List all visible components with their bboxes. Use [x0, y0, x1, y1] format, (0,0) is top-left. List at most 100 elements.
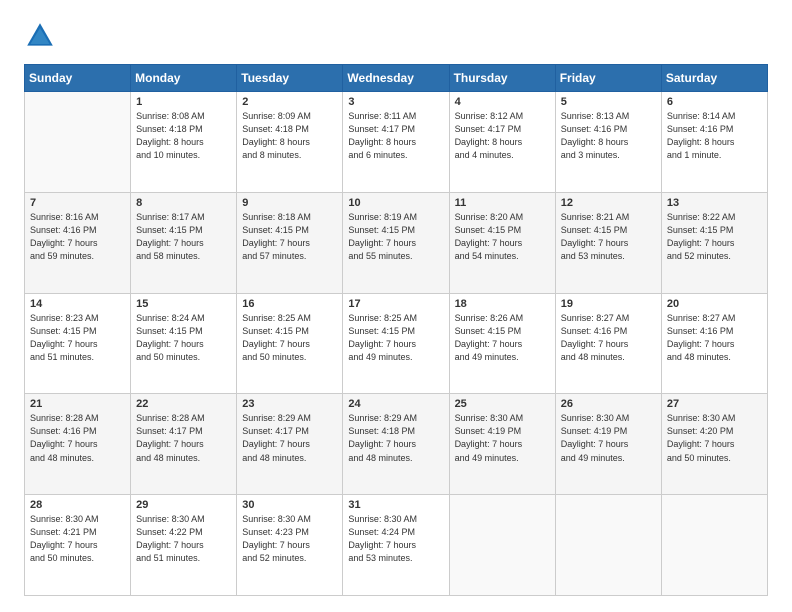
calendar-day-cell: 11Sunrise: 8:20 AMSunset: 4:15 PMDayligh…: [449, 192, 555, 293]
day-number: 26: [561, 398, 656, 410]
weekday-header: Tuesday: [237, 65, 343, 92]
calendar-day-cell: 27 Sunrise: 8:30 AMSunset: 4:20 PMDayligh…: [661, 394, 767, 495]
weekday-header: Thursday: [449, 65, 555, 92]
day-info: Sunrise: 8:29 AMSunset: 4:17 PMDaylight:…: [242, 412, 337, 464]
calendar-day-cell: 25 Sunrise: 8:30 AMSunset: 4:19 PMDayligh…: [449, 394, 555, 495]
day-number: 8: [136, 197, 231, 209]
day-number: 19: [561, 298, 656, 310]
calendar-day-cell: 28 Sunrise: 8:30 AMSunset: 4:21 PMDayligh…: [25, 495, 131, 596]
day-info: Sunrise: 8:19 AMSunset: 4:15 PMDaylight:…: [348, 211, 443, 263]
calendar-day-cell: 21Sunrise: 8:28 AMSunset: 4:16 PMDayligh…: [25, 394, 131, 495]
calendar-header-row: SundayMondayTuesdayWednesdayThursdayFrid…: [25, 65, 768, 92]
day-info: Sunrise: 8:26 AMSunset: 4:15 PMDaylight:…: [455, 312, 550, 364]
day-number: 1: [136, 96, 231, 108]
day-info: Sunrise: 8:22 AMSunset: 4:15 PMDaylight:…: [667, 211, 762, 263]
calendar-day-cell: 16 Sunrise: 8:25 AMSunset: 4:15 PMDayligh…: [237, 293, 343, 394]
day-info: Sunrise: 8:08 AMSunset: 4:18 PMDaylight:…: [136, 110, 231, 162]
day-info: Sunrise: 8:27 AMSunset: 4:16 PMDaylight:…: [561, 312, 656, 364]
day-number: 5: [561, 96, 656, 108]
weekday-header: Monday: [131, 65, 237, 92]
calendar-day-cell: 4 Sunrise: 8:12 AMSunset: 4:17 PMDaylight…: [449, 92, 555, 193]
day-number: 25: [455, 398, 550, 410]
day-number: 4: [455, 96, 550, 108]
calendar-day-cell: 10 Sunrise: 8:19 AMSunset: 4:15 PMDayligh…: [343, 192, 449, 293]
day-number: 11: [455, 197, 550, 209]
day-number: 13: [667, 197, 762, 209]
calendar-day-cell: 26 Sunrise: 8:30 AMSunset: 4:19 PMDayligh…: [555, 394, 661, 495]
day-number: 3: [348, 96, 443, 108]
day-info: Sunrise: 8:30 AMSunset: 4:21 PMDaylight:…: [30, 513, 125, 565]
calendar-day-cell: 7Sunrise: 8:16 AMSunset: 4:16 PMDaylight…: [25, 192, 131, 293]
calendar-week-row: 21Sunrise: 8:28 AMSunset: 4:16 PMDayligh…: [25, 394, 768, 495]
calendar-day-cell: 3 Sunrise: 8:11 AMSunset: 4:17 PMDaylight…: [343, 92, 449, 193]
day-info: Sunrise: 8:12 AMSunset: 4:17 PMDaylight:…: [455, 110, 550, 162]
calendar-day-cell: [449, 495, 555, 596]
calendar-day-cell: 31 Sunrise: 8:30 AMSunset: 4:24 PMDayligh…: [343, 495, 449, 596]
calendar-table: SundayMondayTuesdayWednesdayThursdayFrid…: [24, 64, 768, 596]
logo: [24, 20, 60, 52]
day-info: Sunrise: 8:30 AMSunset: 4:19 PMDaylight:…: [455, 412, 550, 464]
calendar-day-cell: 14 Sunrise: 8:23 AMSunset: 4:15 PMDayligh…: [25, 293, 131, 394]
calendar-day-cell: [555, 495, 661, 596]
header: [24, 20, 768, 52]
day-info: Sunrise: 8:09 AMSunset: 4:18 PMDaylight:…: [242, 110, 337, 162]
calendar-day-cell: 29 Sunrise: 8:30 AMSunset: 4:22 PMDayligh…: [131, 495, 237, 596]
calendar-week-row: 7Sunrise: 8:16 AMSunset: 4:16 PMDaylight…: [25, 192, 768, 293]
day-number: 31: [348, 499, 443, 511]
day-number: 9: [242, 197, 337, 209]
calendar-day-cell: 2Sunrise: 8:09 AMSunset: 4:18 PMDaylight…: [237, 92, 343, 193]
day-info: Sunrise: 8:14 AMSunset: 4:16 PMDaylight:…: [667, 110, 762, 162]
day-number: 14: [30, 298, 125, 310]
day-info: Sunrise: 8:27 AMSunset: 4:16 PMDaylight:…: [667, 312, 762, 364]
weekday-header: Sunday: [25, 65, 131, 92]
day-info: Sunrise: 8:29 AMSunset: 4:18 PMDaylight:…: [348, 412, 443, 464]
day-number: 24: [348, 398, 443, 410]
day-number: 15: [136, 298, 231, 310]
calendar-day-cell: [661, 495, 767, 596]
day-number: 23: [242, 398, 337, 410]
day-info: Sunrise: 8:30 AMSunset: 4:22 PMDaylight:…: [136, 513, 231, 565]
weekday-header: Saturday: [661, 65, 767, 92]
day-info: Sunrise: 8:30 AMSunset: 4:24 PMDaylight:…: [348, 513, 443, 565]
day-info: Sunrise: 8:13 AMSunset: 4:16 PMDaylight:…: [561, 110, 656, 162]
calendar-week-row: 28 Sunrise: 8:30 AMSunset: 4:21 PMDayligh…: [25, 495, 768, 596]
calendar-day-cell: 17Sunrise: 8:25 AMSunset: 4:15 PMDayligh…: [343, 293, 449, 394]
day-number: 22: [136, 398, 231, 410]
weekday-header: Wednesday: [343, 65, 449, 92]
calendar-day-cell: 23 Sunrise: 8:29 AMSunset: 4:17 PMDayligh…: [237, 394, 343, 495]
calendar-day-cell: 22Sunrise: 8:28 AMSunset: 4:17 PMDayligh…: [131, 394, 237, 495]
page: SundayMondayTuesdayWednesdayThursdayFrid…: [0, 0, 792, 612]
day-number: 16: [242, 298, 337, 310]
calendar-day-cell: 12 Sunrise: 8:21 AMSunset: 4:15 PMDayligh…: [555, 192, 661, 293]
day-number: 6: [667, 96, 762, 108]
day-info: Sunrise: 8:24 AMSunset: 4:15 PMDaylight:…: [136, 312, 231, 364]
calendar-week-row: 14 Sunrise: 8:23 AMSunset: 4:15 PMDayligh…: [25, 293, 768, 394]
calendar-day-cell: 15 Sunrise: 8:24 AMSunset: 4:15 PMDayligh…: [131, 293, 237, 394]
calendar-day-cell: 5 Sunrise: 8:13 AMSunset: 4:16 PMDaylight…: [555, 92, 661, 193]
calendar-day-cell: [25, 92, 131, 193]
day-number: 18: [455, 298, 550, 310]
day-info: Sunrise: 8:23 AMSunset: 4:15 PMDaylight:…: [30, 312, 125, 364]
day-number: 29: [136, 499, 231, 511]
calendar-day-cell: 13 Sunrise: 8:22 AMSunset: 4:15 PMDayligh…: [661, 192, 767, 293]
calendar-day-cell: 1 Sunrise: 8:08 AMSunset: 4:18 PMDaylight…: [131, 92, 237, 193]
day-number: 30: [242, 499, 337, 511]
day-info: Sunrise: 8:21 AMSunset: 4:15 PMDaylight:…: [561, 211, 656, 263]
day-info: Sunrise: 8:25 AMSunset: 4:15 PMDaylight:…: [242, 312, 337, 364]
day-info: Sunrise: 8:25 AMSunset: 4:15 PMDaylight:…: [348, 312, 443, 364]
day-info: Sunrise: 8:30 AMSunset: 4:20 PMDaylight:…: [667, 412, 762, 464]
day-info: Sunrise: 8:11 AMSunset: 4:17 PMDaylight:…: [348, 110, 443, 162]
day-number: 20: [667, 298, 762, 310]
weekday-header: Friday: [555, 65, 661, 92]
day-number: 28: [30, 499, 125, 511]
calendar-day-cell: 24 Sunrise: 8:29 AMSunset: 4:18 PMDayligh…: [343, 394, 449, 495]
day-info: Sunrise: 8:30 AMSunset: 4:19 PMDaylight:…: [561, 412, 656, 464]
calendar-day-cell: 19 Sunrise: 8:27 AMSunset: 4:16 PMDayligh…: [555, 293, 661, 394]
day-info: Sunrise: 8:30 AMSunset: 4:23 PMDaylight:…: [242, 513, 337, 565]
calendar-day-cell: 9Sunrise: 8:18 AMSunset: 4:15 PMDaylight…: [237, 192, 343, 293]
calendar-day-cell: 30 Sunrise: 8:30 AMSunset: 4:23 PMDayligh…: [237, 495, 343, 596]
day-info: Sunrise: 8:16 AMSunset: 4:16 PMDaylight:…: [30, 211, 125, 263]
day-number: 27: [667, 398, 762, 410]
day-number: 12: [561, 197, 656, 209]
day-number: 10: [348, 197, 443, 209]
